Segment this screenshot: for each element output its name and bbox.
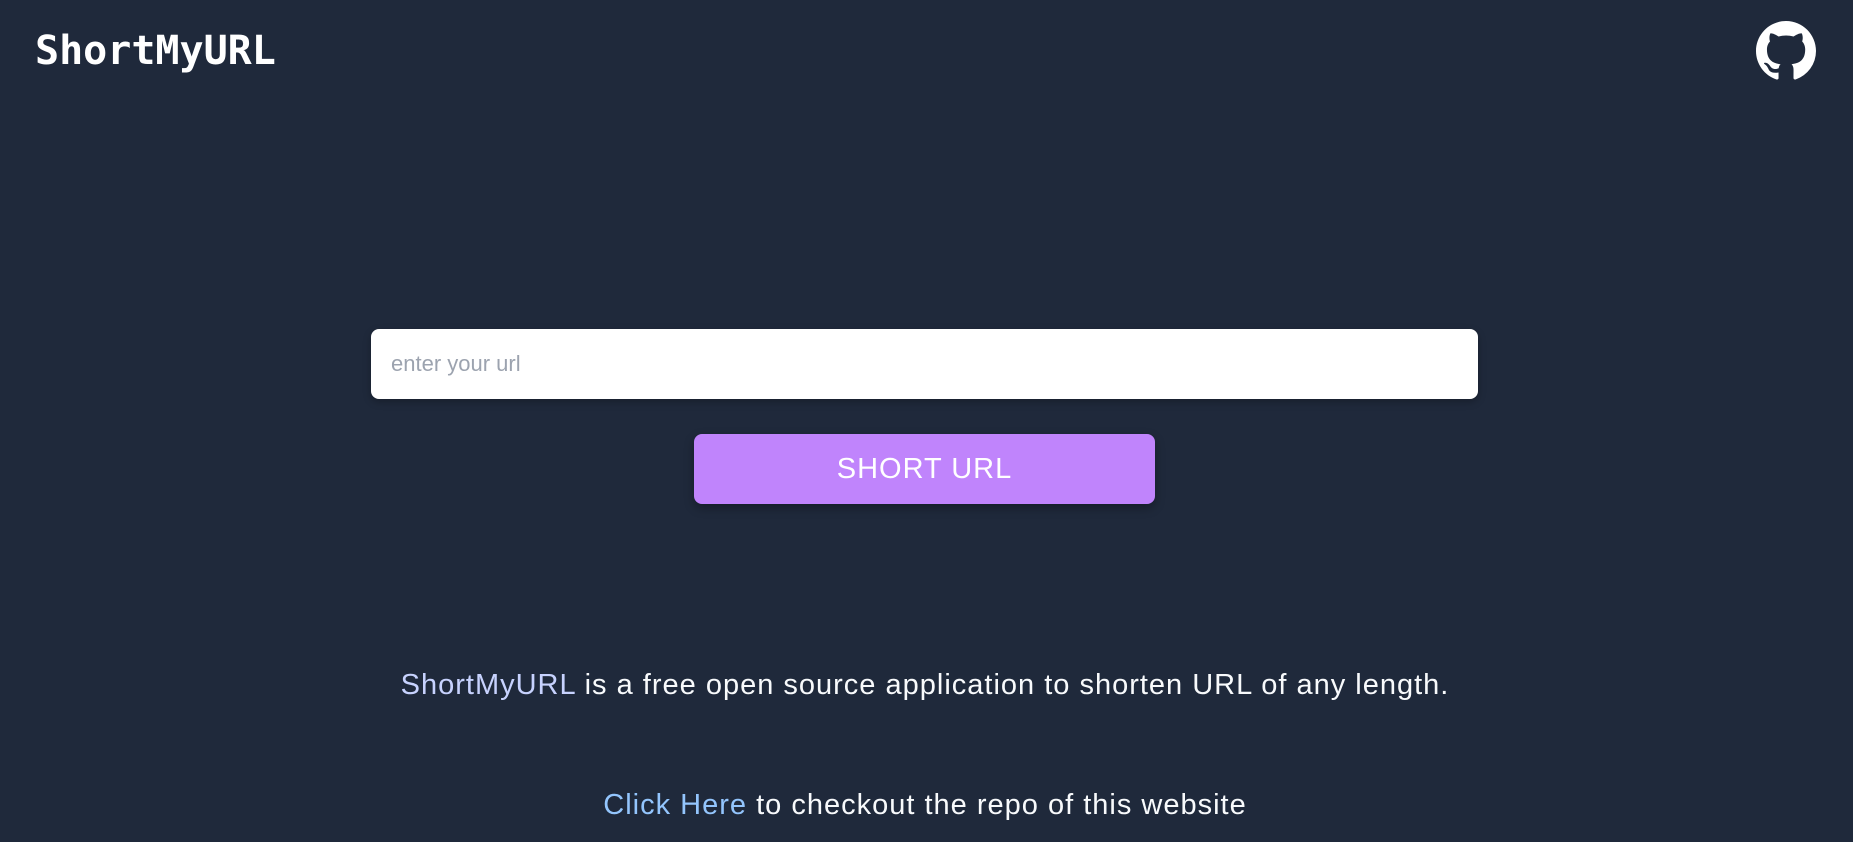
about-description: is a free open source application to sho… [575,669,1450,701]
short-url-button[interactable]: SHORT URL [694,434,1155,504]
github-link[interactable] [1756,21,1816,81]
about-text: ShortMyURL is a free open source applica… [400,665,1450,705]
about-brand-name: ShortMyURL [400,669,576,701]
repo-link[interactable]: Click Here [603,789,747,821]
url-input[interactable] [371,329,1478,399]
github-icon [1756,21,1816,81]
site-logo[interactable]: ShortMyURL [35,22,276,80]
repo-line-text: to checkout the repo of this website [747,789,1247,821]
repo-line: Click Here to checkout the repo of this … [400,785,1450,825]
